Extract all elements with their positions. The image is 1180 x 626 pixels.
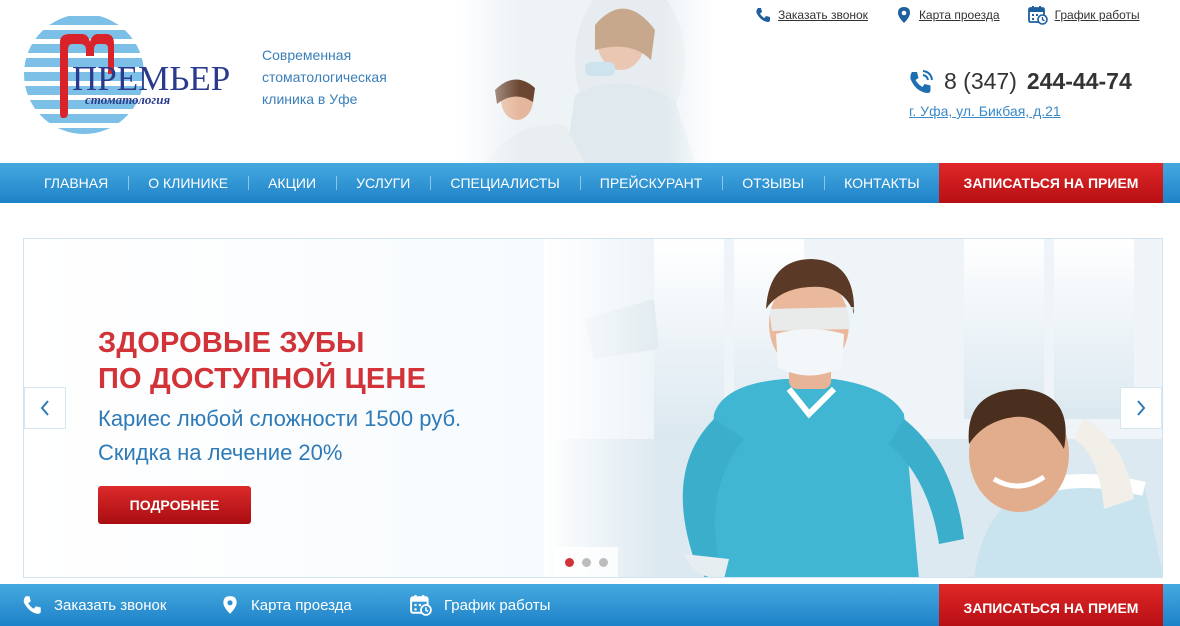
slider-next-button[interactable] — [1120, 387, 1162, 429]
phone-ringing-icon — [910, 69, 933, 93]
tagline-line: клиника в Уфе — [262, 91, 358, 107]
bottom-order-call-link[interactable]: Заказать звонок — [22, 584, 166, 626]
map-pin-icon — [897, 7, 910, 23]
bottom-book-appointment-button[interactable]: ЗАПИСАТЬСЯ НА ПРИЕМ — [939, 584, 1163, 626]
nav-item-prices[interactable]: ПРЕЙСКУРАНТ — [579, 163, 723, 203]
header-dentist-photo — [455, 0, 715, 163]
nav-item-specialists[interactable]: СПЕЦИАЛИСТЫ — [430, 163, 579, 203]
tagline-line: Современная — [262, 47, 352, 63]
slide-subline-line: Кариес любой сложности 1500 руб. — [98, 406, 462, 431]
slide-dentist-patient-image — [544, 239, 1162, 577]
bottom-work-schedule-link[interactable]: График работы — [410, 584, 550, 626]
chevron-right-icon — [1137, 400, 1146, 416]
bottom-work-schedule-label: График работы — [444, 596, 551, 614]
slide-headline: ЗДОРОВЫЕ ЗУБЫ ПО ДОСТУПНОЙ ЦЕНЕ — [98, 325, 426, 397]
bottom-route-map-link[interactable]: Карта проезда — [221, 584, 352, 626]
phone-icon — [756, 8, 770, 22]
phone-prefix: 8 (347) — [944, 68, 1017, 94]
book-appointment-button[interactable]: ЗАПИСАТЬСЯ НА ПРИЕМ — [939, 163, 1163, 203]
main-nav: ГЛАВНАЯ О КЛИНИКЕ АКЦИИ УСЛУГИ СПЕЦИАЛИС… — [0, 163, 1180, 203]
order-call-link[interactable]: Заказать звонок — [755, 4, 868, 26]
route-map-label: Карта проезда — [918, 8, 1000, 22]
bottom-order-call-label: Заказать звонок — [54, 596, 167, 614]
order-call-label: Заказать звонок — [778, 8, 868, 22]
slider-dot[interactable] — [564, 557, 574, 567]
work-schedule-link[interactable]: График работы — [1027, 4, 1140, 26]
slide-subline: Кариес любой сложности 1500 руб. Скидка … — [98, 402, 461, 470]
calendar-icon — [410, 595, 432, 616]
slide-headline-line: ПО ДОСТУПНОЙ ЦЕНЕ — [98, 363, 427, 395]
page: ПРЕМЬЕР стоматология Современная стомато… — [0, 0, 1180, 626]
slider-dot[interactable] — [598, 557, 608, 567]
nav-item-promotions[interactable]: АКЦИИ — [248, 163, 336, 203]
slider-pagination — [554, 547, 618, 577]
bottom-route-map-label: Карта проезда — [251, 596, 352, 614]
svg-text:стоматология: стоматология — [85, 92, 170, 107]
phone-main: 244-44-74 — [1026, 68, 1132, 94]
more-details-button[interactable]: ПОДРОБНЕЕ — [98, 486, 251, 524]
address-link[interactable]: г. Уфа, ул. Бикбая, д.21 — [909, 103, 1061, 119]
header: ПРЕМЬЕР стоматология Современная стомато… — [0, 0, 1180, 163]
work-schedule-label: График работы — [1054, 8, 1140, 22]
nav-item-services[interactable]: УСЛУГИ — [336, 163, 430, 203]
slider-prev-button[interactable] — [24, 387, 66, 429]
clinic-logo[interactable]: ПРЕМЬЕР стоматология — [22, 12, 237, 137]
top-links: Заказать звонок Карта проезда График раб… — [755, 4, 1140, 26]
nav-item-about[interactable]: О КЛИНИКЕ — [128, 163, 248, 203]
slider-dot[interactable] — [581, 557, 591, 567]
phone-number[interactable]: 8 (347) 244-44-74 — [908, 68, 1132, 95]
promo-slider: ЗДОРОВЫЕ ЗУБЫ ПО ДОСТУПНОЙ ЦЕНЕ Кариес л… — [23, 238, 1163, 578]
route-map-link[interactable]: Карта проезда — [896, 4, 1000, 26]
bottom-bar: Заказать звонок Карта проезда График раб… — [0, 584, 1180, 626]
slide-subline-line: Скидка на лечение 20% — [98, 440, 343, 465]
tagline: Современная стоматологическая клиника в … — [262, 44, 422, 110]
nav-item-reviews[interactable]: ОТЗЫВЫ — [722, 163, 824, 203]
nav-item-contacts[interactable]: КОНТАКТЫ — [824, 163, 940, 203]
nav-items: ГЛАВНАЯ О КЛИНИКЕ АКЦИИ УСЛУГИ СПЕЦИАЛИС… — [0, 163, 940, 203]
chevron-left-icon — [40, 400, 49, 416]
tagline-line: стоматологическая — [262, 69, 387, 85]
nav-item-home[interactable]: ГЛАВНАЯ — [24, 163, 128, 203]
map-pin-icon — [223, 596, 237, 614]
calendar-icon — [1027, 6, 1048, 25]
slide-headline-line: ЗДОРОВЫЕ ЗУБЫ — [98, 327, 365, 359]
phone-icon — [23, 596, 41, 614]
